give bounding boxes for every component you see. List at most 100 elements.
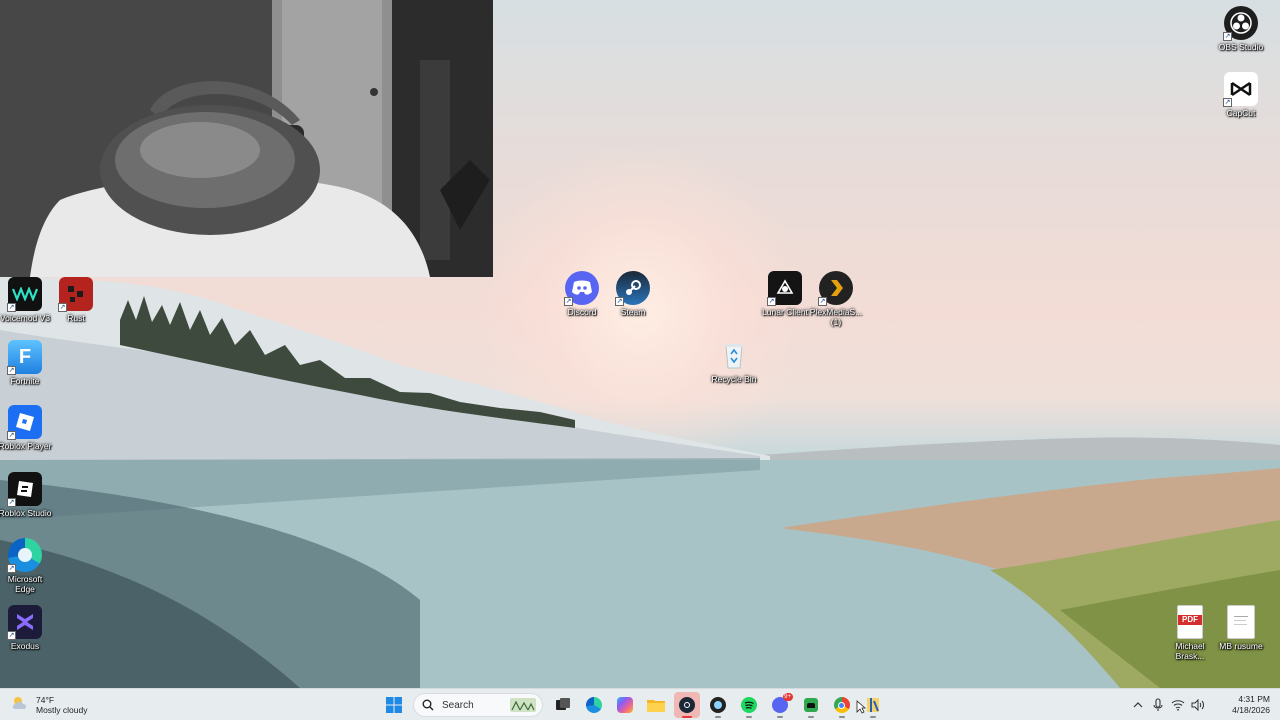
steam-icon: ↗ [615, 271, 650, 306]
desktop-icon-label: CapCut [1226, 108, 1256, 118]
running-indicator [745, 716, 752, 718]
taskbar-spotify[interactable] [736, 692, 762, 718]
spotify-icon [740, 697, 757, 713]
roblox-studio-icon: ↗ [7, 472, 42, 507]
desktop-icon-label: Steam [620, 307, 646, 317]
desktop-icon-capcut[interactable]: ↗ CapCut [1213, 72, 1269, 118]
desktop-icon-obs[interactable]: ↗ OBS Studio [1213, 6, 1269, 52]
mouse-cursor [856, 700, 866, 714]
desktop-icon-label: PlexMediaS... (1) [809, 307, 863, 327]
shortcut-arrow-icon: ↗ [7, 366, 16, 375]
start-button[interactable] [381, 692, 407, 718]
desktop-icon-roblox-player[interactable]: ↗ Roblox Player [0, 405, 53, 451]
taskbar-edge[interactable] [581, 692, 607, 718]
edge-icon [585, 697, 602, 713]
discord-icon: ↗ [564, 271, 599, 306]
file-explorer-icon [646, 700, 665, 712]
shortcut-arrow-icon: ↗ [1223, 98, 1232, 107]
taskbar-chrome[interactable] [829, 692, 855, 718]
github-desktop-icon [709, 697, 726, 713]
search-icon [422, 699, 434, 711]
desktop-icon-roblox-studio[interactable]: ↗ Roblox Studio [0, 472, 53, 518]
shortcut-arrow-icon: ↗ [58, 303, 67, 312]
taskbar-file-explorer[interactable] [643, 692, 669, 718]
desktop-icon-edge[interactable]: ↗ Microsoft Edge [0, 538, 53, 594]
running-indicator [714, 716, 721, 718]
desktop-icon-recycle-bin[interactable]: Recycle Bin [706, 338, 762, 384]
desktop-icon-label: Exodus [10, 641, 40, 651]
rust-icon: ↗ [58, 277, 93, 312]
weather-condition: Mostly cloudy [36, 705, 88, 715]
desktop-icon-label: Roblox Studio [0, 508, 52, 518]
taskbar-search[interactable]: Search [413, 693, 543, 717]
shortcut-arrow-icon: ↗ [767, 297, 776, 306]
webcam-overlay [0, 0, 493, 277]
wifi-icon[interactable] [1170, 697, 1186, 713]
microphone-icon[interactable] [1150, 697, 1166, 713]
weather-widget[interactable]: 74°F Mostly cloudy [10, 693, 88, 717]
steam-icon [678, 697, 695, 713]
exodus-icon: ↗ [7, 605, 42, 640]
desktop-icon-label: Lunar Client [762, 307, 808, 317]
shortcut-arrow-icon: ↗ [7, 564, 16, 573]
taskbar-android[interactable] [798, 692, 824, 718]
search-highlight-image [510, 698, 536, 717]
file-archive-icon [866, 698, 879, 712]
system-tray: 4:31 PM 4/18/2026 [1128, 692, 1270, 718]
task-view-button[interactable] [550, 692, 576, 718]
desktop-icon-steam[interactable]: ↗ Steam [605, 271, 661, 317]
desktop-icon-discord[interactable]: ↗ Discord [554, 271, 610, 317]
desktop-icon-exodus[interactable]: ↗ Exodus [0, 605, 53, 651]
webcam-feed-image [0, 0, 493, 277]
taskbar-github-desktop[interactable] [705, 692, 731, 718]
shortcut-arrow-icon: ↗ [818, 297, 827, 306]
desktop-icon-label: Discord [567, 307, 597, 317]
active-indicator [681, 716, 692, 718]
desktop-icon-label: Rust [67, 313, 85, 323]
shortcut-arrow-icon: ↗ [564, 297, 573, 306]
desktop-icon-plex[interactable]: ↗ PlexMediaS... (1) [808, 271, 864, 327]
shortcut-arrow-icon: ↗ [7, 631, 16, 640]
weather-temperature: 74°F [36, 695, 55, 705]
desktop-icon-label: Microsoft Edge [7, 574, 43, 594]
android-icon [803, 698, 818, 712]
running-indicator [807, 716, 814, 718]
taskbar-steam[interactable] [673, 692, 700, 718]
desktop-icon-voicemod[interactable]: ↗ Voicemod V3 [0, 277, 53, 323]
plex-icon: ↗ [818, 271, 853, 306]
task-view-icon [555, 698, 570, 710]
desktop-icon-fortnite[interactable]: F ↗ Fortnite [0, 340, 53, 386]
clock-date: 4/18/2026 [1232, 705, 1270, 715]
running-indicator [776, 716, 783, 718]
clock-time: 4:31 PM [1238, 694, 1270, 704]
shortcut-arrow-icon: ↗ [7, 303, 16, 312]
chrome-icon [833, 697, 850, 713]
roblox-player-icon: ↗ [7, 405, 42, 440]
notification-badge: 9+ [782, 693, 793, 701]
desktop-icon-document-file[interactable]: MB rusume [1213, 605, 1269, 651]
capcut-icon: ↗ [1223, 72, 1258, 107]
desktop-icon-rust[interactable]: ↗ Rust [48, 277, 104, 323]
desktop-icon-label: MB rusume [1219, 641, 1263, 651]
taskbar-copilot[interactable] [612, 692, 638, 718]
taskbar-discord[interactable]: 9+ [767, 692, 793, 718]
desktop-icon-label: Voicemod V3 [0, 313, 51, 323]
desktop-icon-label: Michael Brask... [1175, 641, 1205, 661]
shortcut-arrow-icon: ↗ [7, 498, 16, 507]
edge-icon: ↗ [7, 538, 42, 573]
running-indicator [869, 716, 876, 718]
fortnite-icon: F ↗ [7, 340, 42, 375]
partly-cloudy-icon [10, 695, 30, 716]
windows-start-icon [385, 697, 402, 713]
desktop-icon-lunar-client[interactable]: ↗ Lunar Client [757, 271, 813, 317]
copilot-icon [616, 697, 633, 713]
desktop-icon-pdf-file[interactable]: PDF Michael Brask... [1162, 605, 1218, 661]
lunar-client-icon: ↗ [767, 271, 802, 306]
system-clock[interactable]: 4:31 PM 4/18/2026 [1220, 694, 1270, 716]
voicemod-icon: ↗ [7, 277, 42, 312]
search-placeholder: Search [442, 699, 474, 711]
taskbar-apps: Search 9+ [378, 692, 888, 718]
show-hidden-icons-chevron[interactable] [1130, 697, 1146, 713]
volume-icon[interactable] [1190, 697, 1206, 713]
pdf-badge: PDF [1178, 615, 1202, 625]
